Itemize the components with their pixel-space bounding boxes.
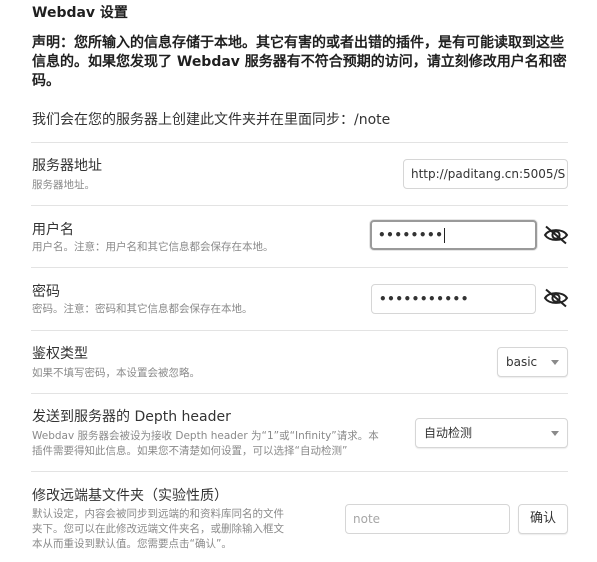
remote-folder-desc-line3: 本从而重设到默认值。您需要点击“确认”。 — [32, 538, 232, 550]
security-warning: 声明：您所输入的信息存储于本地。其它有害的或者出错的插件，是有可能读取到这些信息… — [32, 35, 567, 89]
username-title: 用户名 — [32, 222, 74, 238]
webdav-settings-panel: Webdav 设置 声明：您所输入的信息存储于本地。其它有害的或者出错的插件，是… — [0, 0, 597, 562]
chevron-down-icon — [551, 431, 559, 436]
confirm-button[interactable]: 确认 — [518, 504, 568, 534]
divider — [31, 142, 568, 143]
remote-folder-title: 修改远端基文件夹（实验性质） — [32, 488, 228, 504]
username-masked-value: •••••••• — [378, 228, 444, 242]
password-masked-value: ••••••••••• — [379, 292, 469, 306]
divider — [31, 330, 568, 331]
sync-folder-note: 我们会在您的服务器上创建此文件夹并在里面同步：/note — [32, 112, 391, 128]
depth-header-desc-line1: Webdav 服务器会被设为接收 Depth header 为“1”或“Infi… — [32, 430, 379, 442]
depth-header-select[interactable]: 自动检测 — [415, 418, 568, 448]
password-input[interactable]: ••••••••••• — [371, 284, 536, 314]
divider — [31, 471, 568, 472]
remote-folder-input[interactable]: note — [345, 504, 510, 534]
depth-header-title: 发送到服务器的 Depth header — [32, 409, 231, 425]
username-input[interactable]: •••••••• — [370, 220, 537, 250]
chevron-down-icon — [551, 360, 559, 365]
remote-folder-desc-line2: 夹下。您可以在此修改远端文件夹名，或删除输入框文 — [32, 523, 284, 535]
password-title: 密码 — [32, 284, 60, 300]
server-address-desc: 服务器地址。 — [32, 179, 95, 191]
auth-type-selected: basic — [506, 355, 538, 369]
section-title: Webdav 设置 — [32, 5, 128, 21]
server-address-input[interactable]: http://paditang.cn:5005/S — [403, 159, 568, 189]
remote-folder-desc-line1: 默认设定，内容会被同步到远端的和资料库同名的文件 — [32, 508, 284, 520]
auth-type-desc: 如果不填写密码，本设置会被忽略。 — [32, 367, 200, 379]
auth-type-select[interactable]: basic — [497, 347, 568, 377]
divider — [31, 393, 568, 394]
depth-header-desc-line2: 插件需要得知此信息。如果您不清楚如何设置，可以选择“自动检测” — [32, 445, 348, 457]
password-desc: 密码。注意：密码和其它信息都会保存在本地。 — [32, 303, 253, 315]
auth-type-title: 鉴权类型 — [32, 346, 88, 362]
divider — [31, 267, 568, 268]
depth-header-selected: 自动检测 — [424, 426, 473, 440]
server-address-title: 服务器地址 — [32, 158, 102, 174]
username-desc: 用户名。注意：用户名和其它信息都会保存在本地。 — [32, 241, 274, 253]
text-caret — [444, 228, 446, 243]
divider — [31, 205, 568, 206]
eye-off-icon[interactable] — [543, 225, 569, 245]
eye-off-icon[interactable] — [543, 288, 569, 308]
